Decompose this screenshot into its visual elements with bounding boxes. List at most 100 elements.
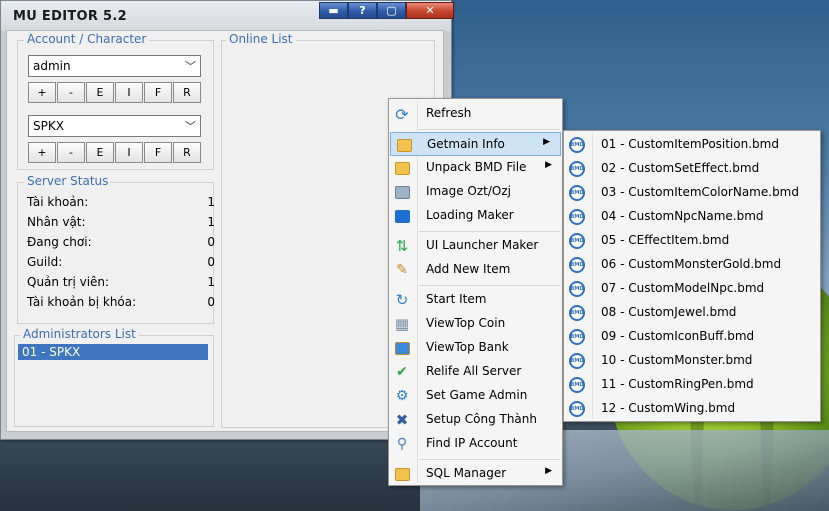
- status-row-playing: Đang chơi: 0: [27, 233, 215, 253]
- context-menu: ⟳ Refresh Getmain Info ▶ Unpack BMD File…: [388, 98, 563, 486]
- submenu-item-label: 08 - CustomJewel.bmd: [601, 305, 737, 319]
- menu-item-viewtop-bank[interactable]: ViewTop Bank: [389, 336, 562, 360]
- submenu-item[interactable]: BMD 10 - CustomMonster.bmd: [564, 349, 820, 373]
- menu-item-relife-all-server[interactable]: ✔ Relife All Server: [389, 360, 562, 384]
- menu-item-sql-manager[interactable]: SQL Manager ▶: [389, 462, 562, 486]
- administrator-list-item[interactable]: 01 - SPKX: [18, 344, 208, 360]
- status-value: 1: [207, 215, 215, 229]
- help-button[interactable]: ?: [348, 2, 377, 19]
- submenu-item-label: 04 - CustomNpcName.bmd: [601, 209, 764, 223]
- status-label: Tài khoản bị khóa:: [27, 295, 137, 309]
- menu-separator: [419, 129, 560, 130]
- menu-item-getmain-info[interactable]: Getmain Info ▶: [390, 132, 561, 156]
- image-icon: [393, 183, 411, 201]
- menu-item-label: Loading Maker: [426, 208, 514, 222]
- menu-item-label: Unpack BMD File: [426, 160, 527, 174]
- menu-item-label: Getmain Info: [427, 137, 505, 151]
- account-e-button[interactable]: E: [86, 82, 114, 103]
- status-row-locked: Tài khoản bị khóa: 0: [27, 293, 215, 313]
- character-r-button[interactable]: R: [173, 142, 201, 163]
- menu-item-label: ViewTop Bank: [426, 340, 509, 354]
- submenu-item-label: 03 - CustomItemColorName.bmd: [601, 185, 799, 199]
- status-value: 1: [207, 195, 215, 209]
- menu-item-loading-maker[interactable]: Loading Maker: [389, 204, 562, 228]
- tools-icon: ✖: [395, 411, 409, 429]
- restore-button[interactable]: ▢: [377, 2, 406, 19]
- close-button[interactable]: ✕: [406, 2, 454, 19]
- menu-item-label: Relife All Server: [426, 364, 522, 378]
- submenu-item[interactable]: BMD 11 - CustomRingPen.bmd: [564, 373, 820, 397]
- menu-item-label: ViewTop Coin: [426, 316, 506, 330]
- menu-item-start-item[interactable]: ↻ Start Item: [389, 288, 562, 312]
- status-row-characters: Nhân vật: 1: [27, 213, 215, 233]
- bmd-file-icon: BMD: [568, 184, 586, 202]
- character-e-button[interactable]: E: [86, 142, 114, 163]
- submenu-item-label: 10 - CustomMonster.bmd: [601, 353, 753, 367]
- bmd-file-icon: BMD: [568, 280, 586, 298]
- minimize-button[interactable]: ▬: [319, 2, 348, 19]
- status-label: Guild:: [27, 255, 63, 269]
- menu-item-label: Refresh: [426, 106, 472, 120]
- submenu-item[interactable]: BMD 04 - CustomNpcName.bmd: [564, 205, 820, 229]
- submenu-item[interactable]: BMD 06 - CustomMonsterGold.bmd: [564, 253, 820, 277]
- menu-item-image-ozt[interactable]: Image Ozt/Ozj: [389, 180, 562, 204]
- submenu-item-label: 09 - CustomIconBuff.bmd: [601, 329, 755, 343]
- menu-item-label: Add New Item: [426, 262, 511, 276]
- title-bar[interactable]: MU EDITOR 5.2 ▬ ? ▢ ✕: [1, 1, 454, 31]
- submenu-item[interactable]: BMD 05 - CEffectItem.bmd: [564, 229, 820, 253]
- menu-item-find-ip-account[interactable]: ⚲ Find IP Account: [389, 432, 562, 456]
- status-value: 1: [207, 275, 215, 289]
- menu-item-unpack-bmd[interactable]: Unpack BMD File ▶: [389, 156, 562, 180]
- bmd-file-icon: BMD: [568, 160, 586, 178]
- getmain-info-submenu: BMD 01 - CustomItemPosition.bmd BMD 02 - C…: [563, 130, 821, 422]
- submenu-arrow-icon: ▶: [545, 160, 552, 170]
- character-i-button[interactable]: I: [115, 142, 143, 163]
- menu-item-refresh[interactable]: ⟳ Refresh: [389, 102, 562, 126]
- menu-item-ui-launcher[interactable]: ⇅ UI Launcher Maker: [389, 234, 562, 258]
- submenu-item[interactable]: BMD 12 - CustomWing.bmd: [564, 397, 820, 421]
- menu-separator: [419, 285, 560, 286]
- launcher-icon: ⇅: [395, 237, 409, 255]
- menu-item-add-new-item[interactable]: ✎ Add New Item: [389, 258, 562, 282]
- character-f-button[interactable]: F: [144, 142, 172, 163]
- submenu-arrow-icon: ▶: [545, 466, 552, 476]
- status-row-admins: Quản trị viên: 1: [27, 273, 215, 293]
- submenu-item[interactable]: BMD 08 - CustomJewel.bmd: [564, 301, 820, 325]
- character-combo-value: SPKX: [33, 119, 64, 133]
- menu-separator: [419, 231, 560, 232]
- caption-buttons: ▬ ? ▢ ✕: [319, 2, 454, 20]
- account-remove-button[interactable]: -: [57, 82, 85, 103]
- bmd-file-icon: BMD: [568, 352, 586, 370]
- folder-icon: [395, 136, 413, 154]
- submenu-item[interactable]: BMD 02 - CustomSetEffect.bmd: [564, 157, 820, 181]
- character-add-button[interactable]: +: [28, 142, 56, 163]
- menu-separator: [419, 459, 560, 460]
- submenu-item[interactable]: BMD 07 - CustomModelNpc.bmd: [564, 277, 820, 301]
- account-combo[interactable]: admin ﹀: [28, 55, 201, 77]
- status-row-accounts: Tài khoản: 1: [27, 193, 215, 213]
- menu-item-setup-cong-thanh[interactable]: ✖ Setup Công Thành: [389, 408, 562, 432]
- character-combo[interactable]: SPKX ﹀: [28, 115, 201, 137]
- status-label: Tài khoản:: [27, 195, 89, 209]
- account-add-button[interactable]: +: [28, 82, 56, 103]
- submenu-item[interactable]: BMD 01 - CustomItemPosition.bmd: [564, 133, 820, 157]
- menu-item-set-game-admin[interactable]: ⚙ Set Game Admin: [389, 384, 562, 408]
- menu-item-viewtop-coin[interactable]: ▦ ViewTop Coin: [389, 312, 562, 336]
- status-value: 0: [207, 235, 215, 249]
- note-icon: ✎: [396, 262, 408, 278]
- menu-item-label: SQL Manager: [426, 466, 507, 480]
- server-status-legend: Server Status: [24, 174, 112, 188]
- submenu-item[interactable]: BMD 03 - CustomItemColorName.bmd: [564, 181, 820, 205]
- bmd-file-icon: BMD: [568, 400, 586, 418]
- submenu-item[interactable]: BMD 09 - CustomIconBuff.bmd: [564, 325, 820, 349]
- bmd-file-icon: BMD: [568, 304, 586, 322]
- chevron-down-icon: ﹀: [185, 60, 196, 73]
- search-icon: ⚲: [396, 436, 408, 452]
- character-remove-button[interactable]: -: [57, 142, 85, 163]
- submenu-item-label: 02 - CustomSetEffect.bmd: [601, 161, 760, 175]
- account-i-button[interactable]: I: [115, 82, 143, 103]
- account-f-button[interactable]: F: [144, 82, 172, 103]
- account-r-button[interactable]: R: [173, 82, 201, 103]
- submenu-item-label: 12 - CustomWing.bmd: [601, 401, 736, 415]
- submenu-item-label: 01 - CustomItemPosition.bmd: [601, 137, 779, 151]
